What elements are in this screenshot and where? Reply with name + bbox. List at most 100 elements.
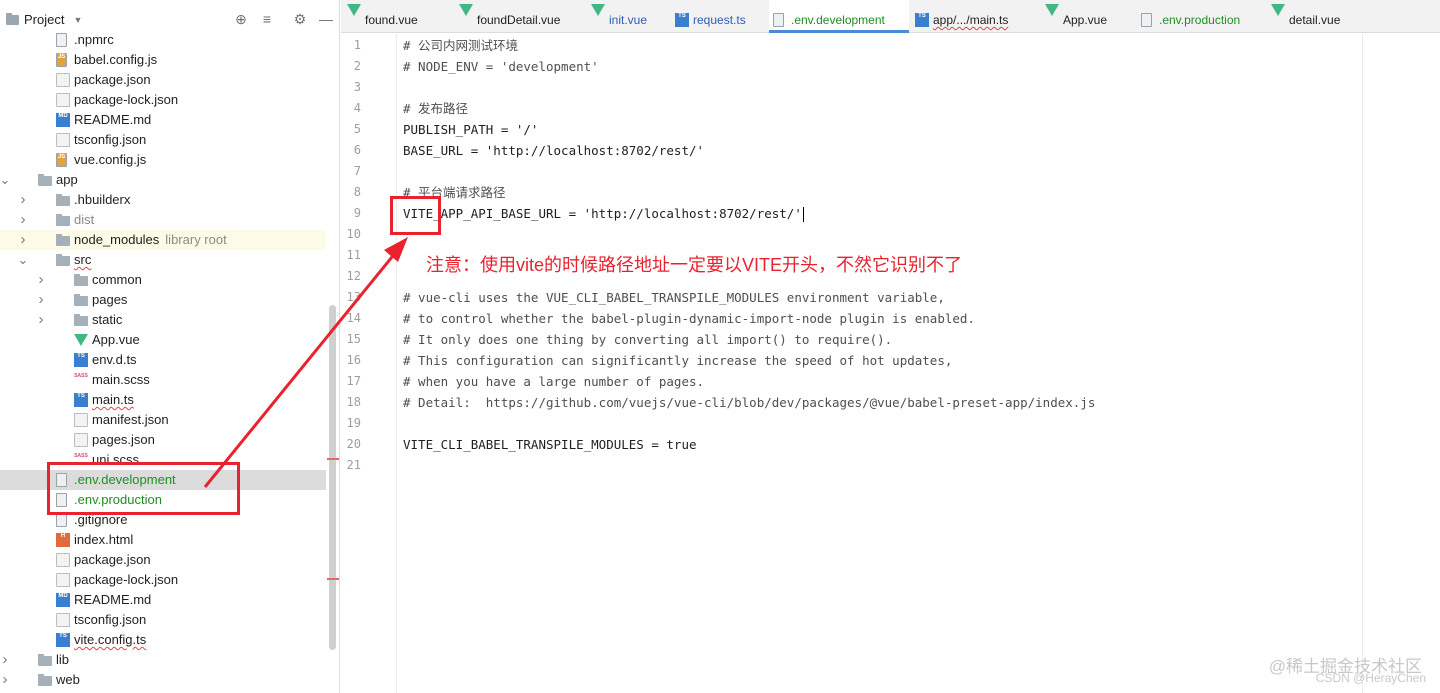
line-number: 5 bbox=[353, 122, 361, 136]
folder-icon bbox=[74, 294, 88, 306]
code-line[interactable]: BASE_URL = 'http://localhost:8702/rest/' bbox=[403, 140, 704, 161]
chevron-right-icon[interactable]: › bbox=[34, 270, 48, 290]
tree-item-label: web bbox=[56, 672, 80, 687]
file-icon bbox=[773, 13, 784, 27]
tree-folder[interactable]: › static bbox=[0, 310, 326, 330]
tree-file[interactable]: MD README.md bbox=[0, 590, 326, 610]
tree-file[interactable]: JS babel.config.js bbox=[0, 50, 326, 70]
code-text: PUBLISH_PATH = '/' bbox=[403, 122, 539, 137]
code-line[interactable]: VITE_CLI_BABEL_TRANSPILE_MODULES = true bbox=[403, 434, 697, 455]
tree-file[interactable]: tsconfig.json bbox=[0, 610, 326, 630]
tree-item-label: node_modules bbox=[74, 232, 160, 247]
code-line[interactable]: # to control whether the babel-plugin-dy… bbox=[403, 308, 975, 329]
tree-folder[interactable]: › pages bbox=[0, 290, 326, 310]
file-icon bbox=[56, 33, 67, 47]
code-line[interactable]: # vue-cli uses the VUE_CLI_BABEL_TRANSPI… bbox=[403, 287, 945, 308]
chevron-right-icon[interactable]: › bbox=[16, 230, 30, 250]
tree-item-label: pages.json bbox=[92, 432, 155, 447]
vue-file-icon bbox=[74, 334, 88, 346]
code-line[interactable]: # It only does one thing by converting a… bbox=[403, 329, 892, 350]
code-text: # when you have a large number of pages. bbox=[403, 374, 705, 389]
editor-tab[interactable]: TS request.ts bbox=[671, 0, 765, 33]
library-root-hint: library root bbox=[165, 232, 227, 247]
editor-tab-label: found.vue bbox=[365, 13, 418, 27]
tree-file[interactable]: package-lock.json bbox=[0, 90, 326, 110]
editor-tab[interactable]: .env.production bbox=[1137, 0, 1263, 33]
line-number: 4 bbox=[353, 101, 361, 115]
html-file-icon: H bbox=[56, 533, 70, 547]
code-line[interactable]: # Detail: https://github.com/vuejs/vue-c… bbox=[403, 392, 1095, 413]
tree-item-label: package.json bbox=[74, 72, 151, 87]
line-number: 19 bbox=[346, 416, 361, 430]
chevron-down-icon[interactable]: ⌄ bbox=[0, 170, 12, 190]
line-number: 3 bbox=[353, 80, 361, 94]
tree-file[interactable]: pages.json bbox=[0, 430, 326, 450]
chevron-right-icon[interactable]: › bbox=[0, 650, 12, 670]
chevron-right-icon[interactable]: › bbox=[34, 290, 48, 310]
hide-panel-icon[interactable]: — bbox=[317, 10, 335, 28]
folder-icon bbox=[38, 674, 52, 686]
tree-item-label: vue.config.js bbox=[74, 152, 147, 167]
editor-tab[interactable]: init.vue bbox=[587, 0, 667, 33]
tree-folder[interactable]: › .hbuilderx bbox=[0, 190, 326, 210]
editor-tab[interactable]: detail.vue bbox=[1267, 0, 1367, 33]
tree-folder[interactable]: ⌄ app bbox=[0, 170, 326, 190]
chevron-down-icon[interactable]: ▼ bbox=[73, 15, 82, 25]
code-line[interactable]: # This configuration can significantly i… bbox=[403, 350, 952, 371]
tree-file[interactable]: JS vue.config.js bbox=[0, 150, 326, 170]
tree-file[interactable]: TS env.d.ts bbox=[0, 350, 326, 370]
tree-file[interactable]: App.vue bbox=[0, 330, 326, 350]
tree-file[interactable]: Hindex.html bbox=[0, 530, 326, 550]
tree-folder[interactable]: › lib bbox=[0, 650, 326, 670]
chevron-down-icon[interactable]: ⌄ bbox=[16, 250, 30, 270]
editor-tab-bar: found.vue foundDetail.vue init.vue TS reques… bbox=[341, 0, 1440, 33]
watermark-credit: CSDN @HerayChen bbox=[1315, 671, 1426, 685]
tree-file[interactable]: package.json bbox=[0, 550, 326, 570]
code-line[interactable]: VITE_APP_API_BASE_URL = 'http://localhos… bbox=[403, 203, 805, 224]
editor-tab[interactable]: App.vue bbox=[1041, 0, 1133, 33]
tree-item-label: index.html bbox=[74, 532, 134, 547]
tree-file[interactable]: package-lock.json bbox=[0, 570, 326, 590]
editor-tab[interactable]: found.vue bbox=[343, 0, 451, 33]
tree-item-label: README.md bbox=[74, 592, 152, 607]
json-file-icon bbox=[56, 93, 70, 107]
gear-icon[interactable]: ⚙ bbox=[291, 10, 309, 28]
chevron-right-icon[interactable]: › bbox=[16, 190, 30, 210]
tree-folder[interactable]: ⌄ src bbox=[0, 250, 326, 270]
tree-item-label: manifest.json bbox=[92, 412, 169, 427]
project-view-selector[interactable]: Project ▼ bbox=[6, 12, 82, 27]
editor-tab[interactable]: TS app/.../main.ts bbox=[911, 0, 1037, 33]
code-line[interactable]: # 发布路径 bbox=[403, 98, 468, 119]
code-line[interactable]: # NODE_ENV = 'development' bbox=[403, 56, 599, 77]
tree-file[interactable]: TS main.ts bbox=[0, 390, 326, 410]
collapse-all-icon[interactable]: ≡ bbox=[258, 10, 276, 28]
chevron-right-icon[interactable]: › bbox=[34, 310, 48, 330]
locate-icon[interactable]: ⊕ bbox=[232, 10, 250, 28]
tree-file[interactable]: TS vite.config.ts bbox=[0, 630, 326, 650]
code-line[interactable]: # 公司内网测试环境 bbox=[403, 35, 518, 56]
tree-file[interactable]: tsconfig.json bbox=[0, 130, 326, 150]
editor-tab[interactable]: .env.development bbox=[769, 0, 909, 33]
tree-folder[interactable]: › dist bbox=[0, 210, 326, 230]
tree-file[interactable]: SASS main.scss bbox=[0, 370, 326, 390]
editor-tab[interactable]: foundDetail.vue bbox=[455, 0, 583, 33]
tree-item-label: App.vue bbox=[92, 332, 140, 347]
tree-file[interactable]: .npmrc bbox=[0, 30, 326, 50]
tree-folder[interactable]: › common bbox=[0, 270, 326, 290]
tree-file[interactable]: package.json bbox=[0, 70, 326, 90]
tree-file[interactable]: MD README.md bbox=[0, 110, 326, 130]
folder-icon bbox=[38, 174, 52, 186]
json-file-icon bbox=[74, 413, 88, 427]
code-line[interactable]: # when you have a large number of pages. bbox=[403, 371, 704, 392]
code-text: BASE_URL = 'http://localhost:8702/rest/' bbox=[403, 143, 705, 158]
tree-item-label: main.scss bbox=[92, 372, 150, 387]
tree-scrollbar[interactable] bbox=[329, 305, 336, 650]
line-number: 20 bbox=[346, 437, 361, 451]
tree-file[interactable]: manifest.json bbox=[0, 410, 326, 430]
chevron-right-icon[interactable]: › bbox=[16, 210, 30, 230]
tree-folder[interactable]: › node_modules library root bbox=[0, 230, 326, 250]
code-text: # NODE_ENV = 'development' bbox=[403, 59, 599, 74]
code-editor[interactable]: 1 2 3 4 5 6 7 8 9 10 11 12 13 14 15 16 17 18 19 20 21 # 公司内网… bbox=[341, 34, 1440, 693]
code-line[interactable]: PUBLISH_PATH = '/' bbox=[403, 119, 538, 140]
editor-tab-label: app/.../main.ts bbox=[933, 13, 1009, 27]
